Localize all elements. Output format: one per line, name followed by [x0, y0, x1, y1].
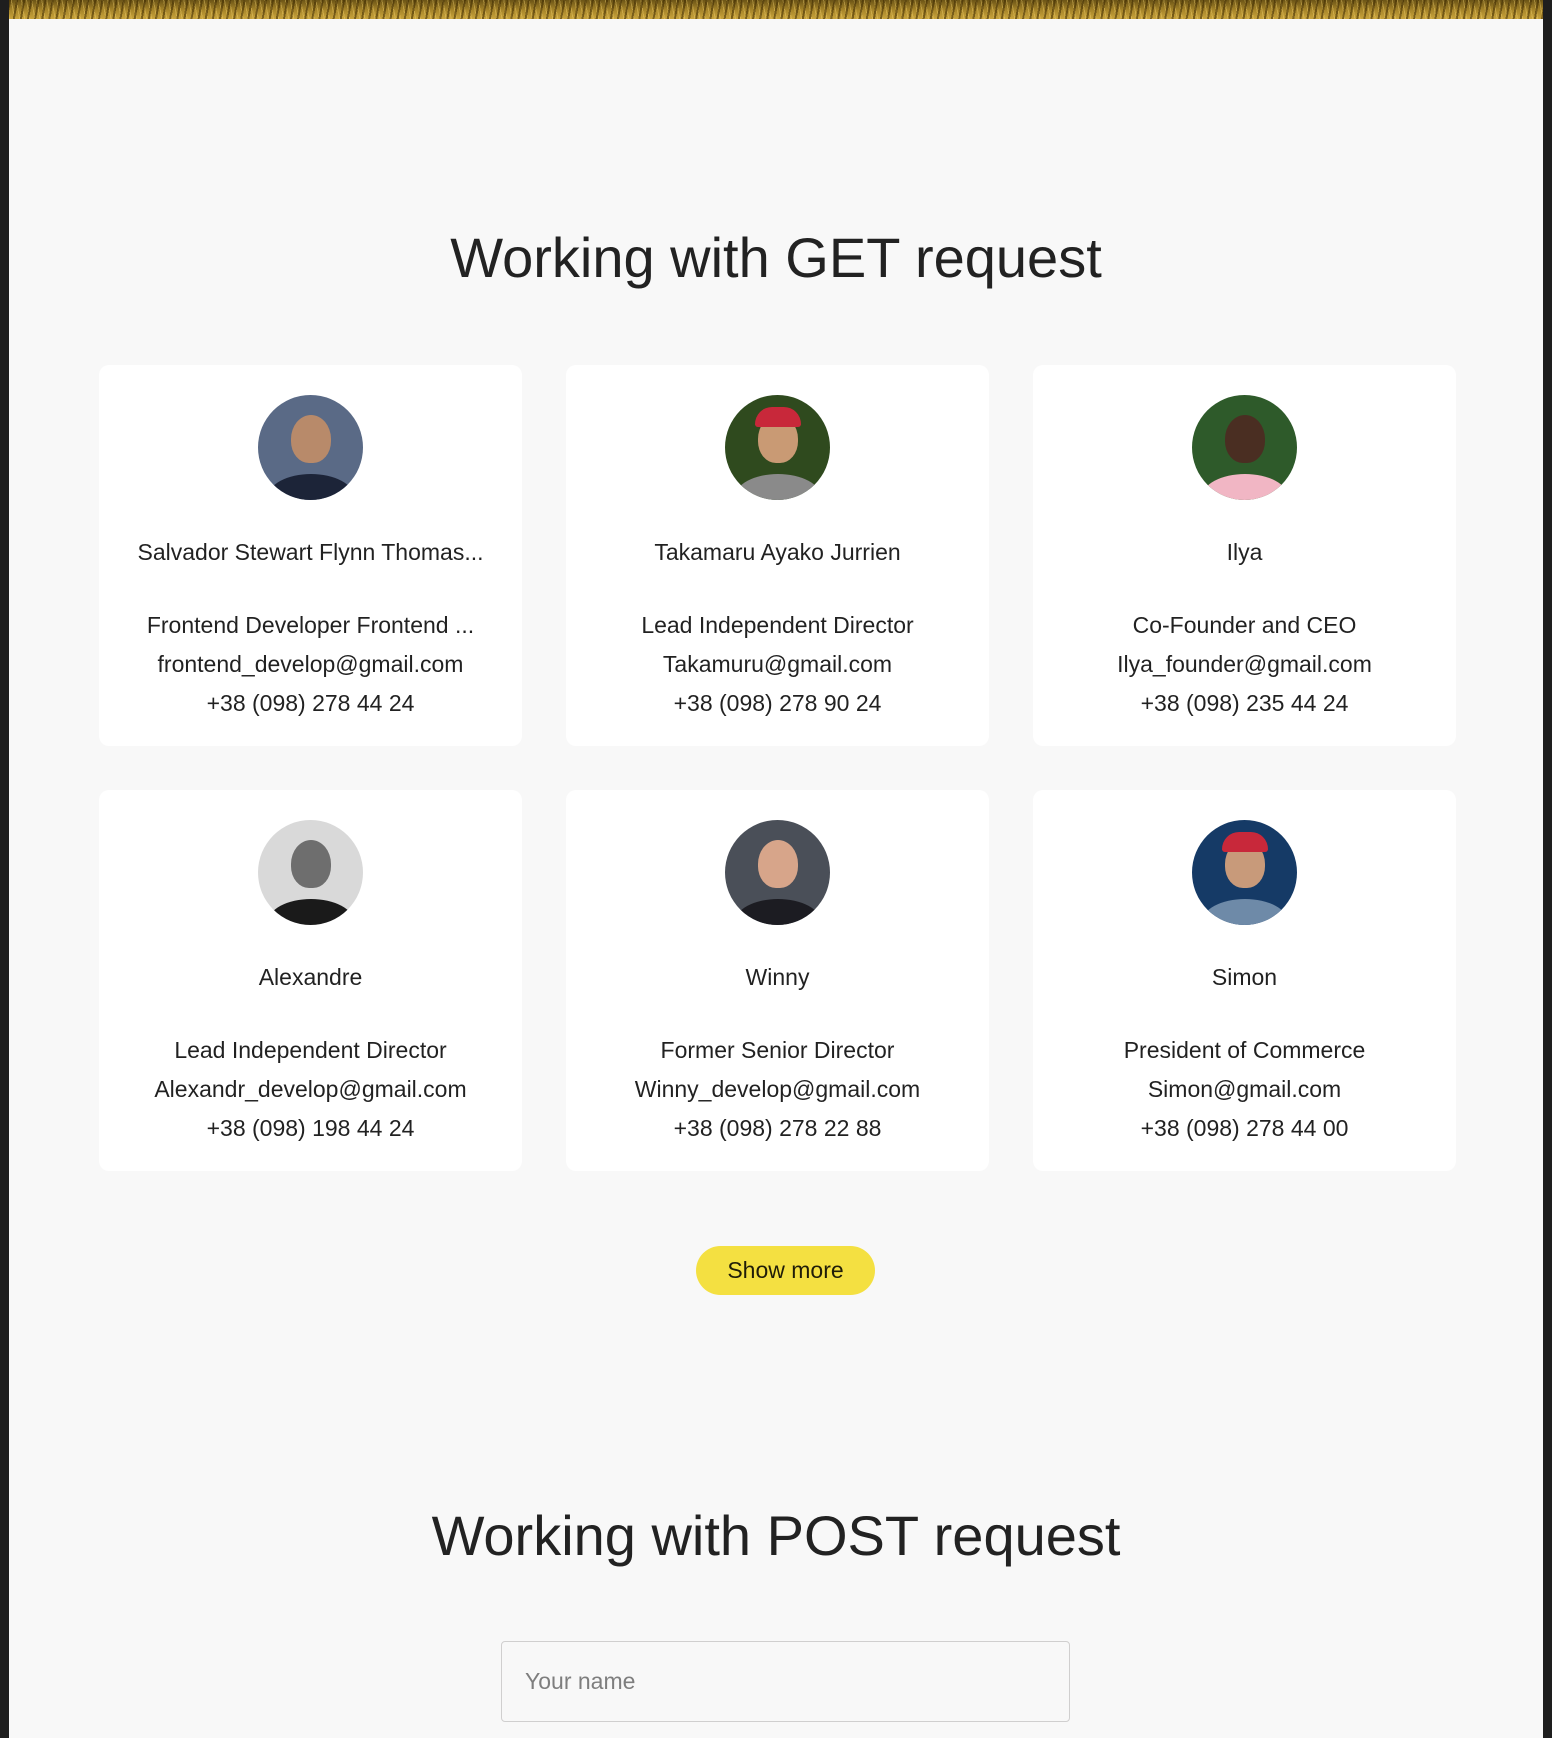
user-email: Winny_develop@gmail.com: [634, 1076, 921, 1102]
hero-banner-image: [9, 0, 1543, 19]
user-position: Co-Founder and CEO: [1132, 612, 1357, 638]
user-avatar: [1192, 395, 1297, 500]
user-card: Ilya Co-Founder and CEO Ilya_founder@gmail…: [1033, 365, 1456, 746]
show-more-button[interactable]: Show more: [696, 1246, 875, 1295]
user-position: Former Senior Director: [660, 1037, 895, 1063]
user-name: Salvador Stewart Flynn Thomas...: [137, 539, 484, 565]
user-card: Takamaru Ayako Jurrien Lead Independent D…: [566, 365, 989, 746]
user-card: Winny Former Senior Director Winny_develop…: [566, 790, 989, 1171]
user-name: Alexandre: [258, 964, 363, 990]
user-card: Salvador Stewart Flynn Thomas... Frontend…: [99, 365, 522, 746]
user-email: frontend_develop@gmail.com: [157, 651, 464, 677]
user-email: Takamuru@gmail.com: [662, 651, 893, 677]
user-email: Alexandr_develop@gmail.com: [154, 1076, 467, 1102]
user-avatar: [258, 820, 363, 925]
get-section-title: Working with GET request: [450, 226, 1102, 289]
user-card: Alexandre Lead Independent Director Alexan…: [99, 790, 522, 1171]
user-phone: +38 (098) 278 44 00: [1140, 1115, 1349, 1141]
user-avatar: [1192, 820, 1297, 925]
user-phone: +38 (098) 278 44 24: [206, 690, 415, 716]
user-position: Lead Independent Director: [174, 1037, 447, 1063]
user-email: Ilya_founder@gmail.com: [1117, 651, 1372, 677]
user-avatar: [258, 395, 363, 500]
post-section-title: Working with POST request: [431, 1504, 1121, 1567]
user-avatar: [725, 395, 830, 500]
user-phone: +38 (098) 278 90 24: [673, 690, 882, 716]
user-card: Simon President of Commerce Simon@gmail.co…: [1033, 790, 1456, 1171]
page: Working with GET request Salvador Stewar…: [9, 0, 1543, 1738]
user-position: President of Commerce: [1123, 1037, 1366, 1063]
user-position: Lead Independent Director: [641, 612, 914, 638]
user-name: Ilya: [1226, 539, 1263, 565]
user-avatar: [725, 820, 830, 925]
user-name: Takamaru Ayako Jurrien: [654, 539, 901, 565]
user-email: Simon@gmail.com: [1147, 1076, 1342, 1102]
user-phone: +38 (098) 235 44 24: [1140, 690, 1349, 716]
user-name: Winny: [745, 964, 810, 990]
user-phone: +38 (098) 278 22 88: [673, 1115, 882, 1141]
user-position: Frontend Developer Frontend ...: [146, 612, 475, 638]
user-name: Simon: [1211, 964, 1278, 990]
users-grid: Salvador Stewart Flynn Thomas... Frontend…: [99, 365, 1456, 1171]
name-input[interactable]: [501, 1641, 1070, 1722]
user-phone: +38 (098) 198 44 24: [206, 1115, 415, 1141]
